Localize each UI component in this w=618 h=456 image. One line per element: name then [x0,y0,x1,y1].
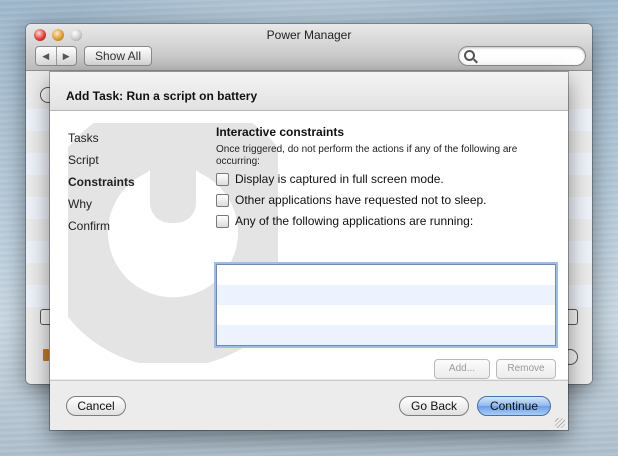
navigation-segmented-control: ◀ ▶ [35,46,77,66]
constraints-panel: Interactive constraints Once triggered, … [216,123,558,231]
search-field[interactable] [458,46,586,66]
sleep-request-checkbox[interactable] [216,193,229,207]
step-constraints: Constraints [68,175,135,189]
sleep-request-label: Other applications have requested not to… [235,193,487,207]
add-application-button[interactable]: Add... [434,359,490,379]
resize-grip-icon[interactable] [555,418,565,428]
go-back-button[interactable]: Go Back [399,396,469,416]
back-button[interactable]: ◀ [36,47,56,65]
list-row [217,325,555,345]
cancel-button[interactable]: Cancel [66,396,126,416]
wizard-steps: Tasks Script Constraints Why Confirm [68,127,198,237]
sheet-header: Add Task: Run a script on battery [50,72,568,111]
forward-button[interactable]: ▶ [55,47,77,65]
list-row [217,305,555,325]
add-task-sheet: Add Task: Run a script on battery Tasks … [50,72,568,430]
apps-running-label: Any of the following applications are ru… [235,214,474,228]
panel-description: Once triggered, do not perform the actio… [216,144,518,167]
sleep-request-constraint[interactable]: Other applications have requested not to… [216,190,558,210]
full-screen-checkbox[interactable] [216,172,229,186]
list-row [217,265,555,285]
full-screen-constraint[interactable]: Display is captured in full screen mode. [216,169,558,189]
search-icon [464,50,475,61]
remove-application-button[interactable]: Remove [496,359,556,379]
continue-button[interactable]: Continue [477,396,551,416]
sheet-footer: Cancel Go Back Continue [50,380,568,430]
step-confirm: Confirm [68,219,111,233]
show-all-button[interactable]: Show All [84,46,152,66]
background-app-icon [43,349,49,361]
window-titlebar: Power Manager ◀ ▶ Show All [26,24,592,71]
applications-list[interactable] [216,264,556,346]
window-title: Power Manager [266,28,352,42]
sheet-content: Tasks Script Constraints Why Confirm Int… [50,111,568,379]
full-screen-label: Display is captured in full screen mode. [235,172,444,186]
step-why: Why [68,197,92,211]
panel-title: Interactive constraints [216,125,345,139]
apps-running-constraint[interactable]: Any of the following applications are ru… [216,211,558,231]
sheet-title: Add Task: Run a script on battery [66,89,258,103]
step-tasks: Tasks [68,131,99,145]
list-row [217,285,555,305]
apps-running-checkbox[interactable] [216,214,229,228]
step-script: Script [68,153,99,167]
